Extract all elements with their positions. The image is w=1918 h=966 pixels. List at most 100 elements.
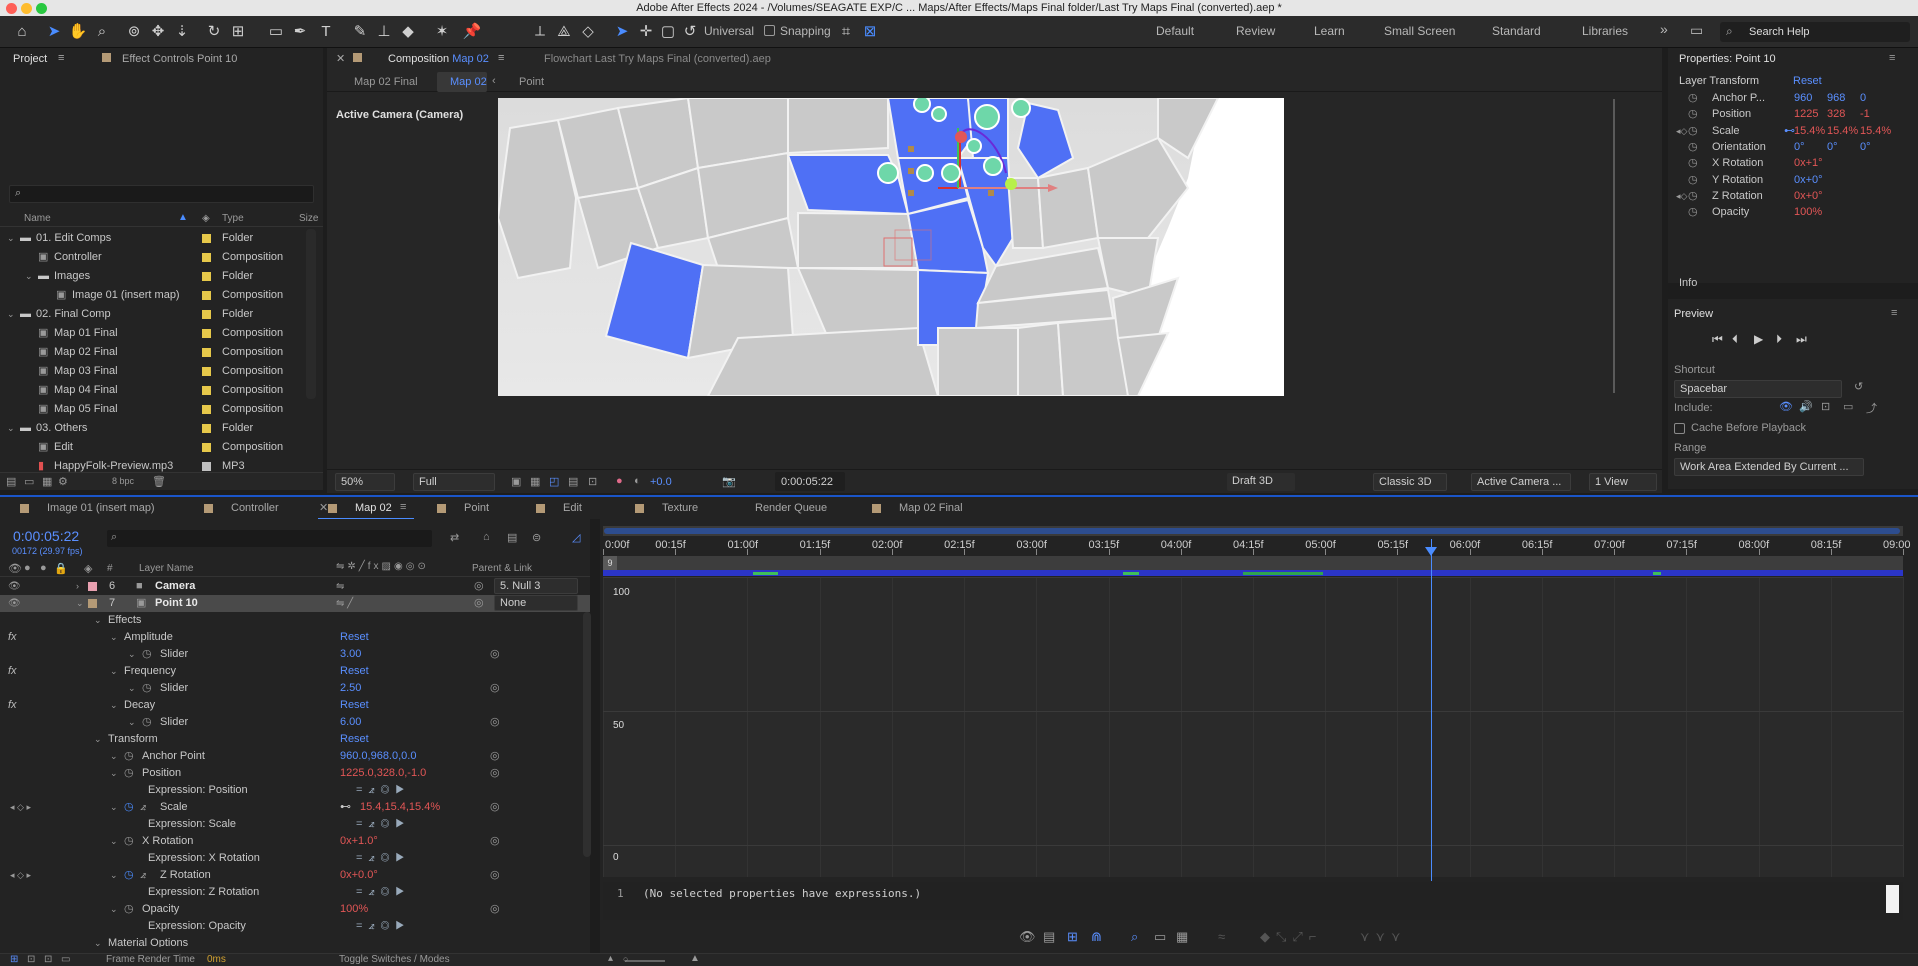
comp-mini-flowchart-icon[interactable]: ⇄ bbox=[450, 531, 459, 544]
tab-effect-controls[interactable]: Effect Controls Point 10 bbox=[122, 53, 237, 65]
layer-handle[interactable] bbox=[988, 190, 994, 196]
property-value[interactable]: 0x+1.0° bbox=[340, 833, 378, 850]
frame-blending-icon[interactable]: ⊜ bbox=[532, 531, 541, 544]
label-color-swatch[interactable] bbox=[202, 291, 211, 300]
breadcrumb-point[interactable]: Point bbox=[519, 76, 544, 88]
bpc-button[interactable]: 8 bpc bbox=[112, 476, 134, 486]
reset-button[interactable]: Reset bbox=[340, 731, 369, 748]
property-tree-row[interactable]: fx ⌄ Decay Reset bbox=[0, 697, 585, 714]
puppet-pin-icon[interactable]: 📌 bbox=[462, 22, 482, 42]
pick-whip-icon[interactable]: ◎ bbox=[490, 646, 500, 663]
settings-icon[interactable]: ⚙ bbox=[58, 475, 68, 488]
resolution-dropdown[interactable]: Full bbox=[413, 473, 495, 491]
flowchart-label[interactable]: Flowchart Last Try Maps Final (converted… bbox=[544, 53, 771, 65]
graph-editor-icon[interactable]: ◿ bbox=[572, 531, 580, 544]
current-time-display[interactable]: 0:00:05:22 bbox=[13, 528, 79, 544]
snap-target-icon[interactable]: ⊠ bbox=[860, 22, 880, 42]
keyframe-navigator-icon[interactable]: ◂◇ bbox=[1676, 123, 1687, 139]
property-tree-row[interactable]: ⌄ ◷ Slider 2.50 ◎ bbox=[0, 680, 585, 697]
label-color-swatch[interactable] bbox=[202, 348, 211, 357]
selection-tool-icon[interactable]: ➤ bbox=[44, 22, 64, 42]
expression-scrollbar[interactable] bbox=[1886, 885, 1899, 913]
stopwatch-icon[interactable]: ◷ bbox=[1688, 172, 1698, 188]
layer-switches[interactable]: ⇋ bbox=[336, 578, 344, 595]
stopwatch-icon[interactable]: ◷ bbox=[124, 833, 134, 850]
time-ruler[interactable]: 0:00f 00:15f 01:00f 01:15f 02:00f 02:15f 03:00… bbox=[603, 539, 1911, 555]
column-type[interactable]: Type bbox=[222, 213, 244, 224]
panel-menu-icon[interactable]: ≡ bbox=[498, 52, 504, 64]
property-value[interactable]: 0° bbox=[1827, 139, 1838, 155]
reset-shortcut-icon[interactable]: ↺ bbox=[1854, 380, 1863, 393]
chevron-down-icon[interactable]: ⌄ bbox=[25, 267, 33, 286]
stopwatch-icon[interactable]: ◷ bbox=[124, 765, 134, 782]
panel-menu-icon[interactable]: ≡ bbox=[1891, 307, 1897, 319]
layer-switches[interactable]: ⇋ ╱ bbox=[336, 595, 353, 612]
layer-handle[interactable] bbox=[908, 168, 914, 174]
workspace-standard[interactable]: Standard bbox=[1492, 24, 1541, 38]
parent-pick-whip-icon[interactable]: ◎ bbox=[474, 578, 484, 595]
chevron-down-icon[interactable]: ⌄ bbox=[94, 731, 102, 748]
project-item[interactable]: ▣ Map 05 Final Composition bbox=[0, 400, 305, 419]
property-tree-row[interactable]: ◂ ◇ ▸ ⌄ ◷ ⦨ Scale 15.4,15.4,15.4% ⊷ ◎ bbox=[0, 799, 585, 816]
fit-all-icon[interactable]: ▭ bbox=[1154, 929, 1166, 945]
expression-controls-icon[interactable]: =⦨◎▶ bbox=[356, 884, 410, 901]
zoom-tool-icon[interactable]: ⌕ bbox=[92, 22, 112, 42]
constrain-proportions-icon[interactable]: ⊷ bbox=[340, 799, 351, 816]
stopwatch-icon[interactable]: ◷ bbox=[142, 714, 152, 731]
zoom-slider-handle[interactable]: ○ bbox=[623, 954, 628, 964]
property-value[interactable]: -1 bbox=[1860, 106, 1870, 122]
stopwatch-icon[interactable]: ◷ bbox=[1688, 90, 1698, 106]
stopwatch-icon[interactable]: ◷ bbox=[142, 646, 152, 663]
lock-column-icon[interactable]: 🔒 bbox=[54, 562, 68, 575]
property-value[interactable]: 15.4,15.4,15.4% bbox=[360, 799, 440, 816]
property-value[interactable]: 0° bbox=[1860, 139, 1871, 155]
panel-menu-icon[interactable]: ≡ bbox=[400, 501, 406, 513]
property-tree-row[interactable]: fx ⌄ Amplitude Reset bbox=[0, 629, 585, 646]
tab-composition[interactable]: Composition Map 02 bbox=[388, 53, 489, 65]
mask-visibility-icon[interactable]: ◰ bbox=[549, 475, 559, 488]
keyframe-marker[interactable] bbox=[1243, 572, 1323, 575]
project-item[interactable]: ▣ Edit Composition bbox=[0, 438, 305, 457]
label-color-swatch[interactable] bbox=[88, 582, 97, 591]
property-value[interactable]: 100% bbox=[1794, 204, 1822, 220]
transform-box-icon[interactable]: ⊞ bbox=[1067, 929, 1078, 945]
3d-selection-icon[interactable]: ➤ bbox=[612, 22, 632, 42]
timeline-search-input[interactable]: ⌕ bbox=[107, 530, 432, 547]
stopwatch-icon[interactable]: ◷ bbox=[1688, 204, 1698, 220]
zoom-out-icon[interactable]: ▴ bbox=[608, 953, 613, 964]
label-color-swatch[interactable] bbox=[202, 424, 211, 433]
property-value[interactable]: 0x+0° bbox=[1794, 172, 1823, 188]
chevron-down-icon[interactable]: ⌄ bbox=[110, 663, 118, 680]
chevron-down-icon[interactable]: ⌄ bbox=[76, 595, 84, 612]
chevron-down-icon[interactable]: ⌄ bbox=[7, 419, 15, 438]
chevron-down-icon[interactable]: ⌄ bbox=[110, 833, 118, 850]
brush-tool-icon[interactable]: ✎ bbox=[350, 22, 370, 42]
keyframe-navigator-icon[interactable]: ◂ ◇ ▸ bbox=[10, 867, 31, 884]
expand-in-out-icon[interactable]: ▭ bbox=[61, 954, 70, 965]
project-item[interactable]: ▣ Controller Composition bbox=[0, 248, 305, 267]
solo-column-icon[interactable]: ● bbox=[40, 562, 47, 574]
comp-flowchart-icon[interactable]: ⊞ bbox=[10, 954, 18, 965]
layer-handle[interactable] bbox=[908, 146, 914, 152]
panel-menu-icon[interactable]: ≡ bbox=[1889, 52, 1895, 64]
close-tab-icon[interactable]: ✕ bbox=[336, 52, 345, 65]
property-tree-row[interactable]: Expression: X Rotation =⦨◎▶ bbox=[0, 850, 585, 867]
playhead[interactable] bbox=[1431, 539, 1433, 881]
keyframe-marker[interactable] bbox=[1123, 572, 1139, 575]
property-tree-row[interactable]: ◂ ◇ ▸ ⌄ ◷ ⦨ Z Rotation 0x+0.0° ◎ bbox=[0, 867, 585, 884]
property-tree-row[interactable]: ⌄ ◷ Slider 3.00 ◎ bbox=[0, 646, 585, 663]
camera-view-dropdown[interactable]: Active Camera ... bbox=[1471, 473, 1571, 491]
property-tree-row[interactable]: ⌄ ◷ Position 1225.0,328.0,-1.0 ◎ bbox=[0, 765, 585, 782]
property-value[interactable]: 0x+1° bbox=[1794, 155, 1823, 171]
label-color-swatch[interactable] bbox=[202, 405, 211, 414]
project-item[interactable]: ▣ Map 01 Final Composition bbox=[0, 324, 305, 343]
effect-icon[interactable]: fx bbox=[8, 697, 17, 714]
property-tree-row[interactable]: ⌄ Effects bbox=[0, 612, 585, 629]
layer-handle[interactable] bbox=[908, 190, 914, 196]
chevron-down-icon[interactable]: ⌄ bbox=[110, 901, 118, 918]
expression-controls-icon[interactable]: =⦨◎▶ bbox=[356, 782, 410, 799]
toggle-switches-button[interactable]: Toggle Switches / Modes bbox=[339, 954, 450, 965]
property-tree-row[interactable]: Expression: Scale =⦨◎▶ bbox=[0, 816, 585, 833]
edit-keyframes-icon[interactable]: ▦ bbox=[1176, 929, 1188, 945]
audio-column-icon[interactable]: ● bbox=[24, 562, 31, 574]
